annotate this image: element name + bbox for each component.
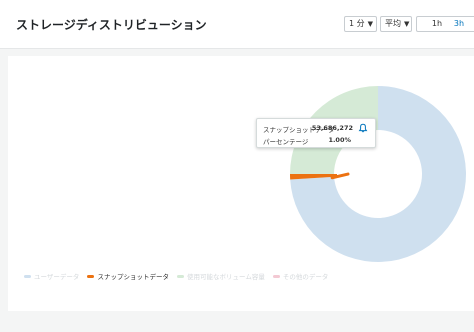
legend-swatch <box>177 274 185 278</box>
widget-title: ストレージディストリビューション <box>16 18 207 32</box>
range-3h-button[interactable]: 3h <box>447 17 471 31</box>
legend-swatch <box>24 274 31 278</box>
legend-item-user-data[interactable]: ユーザーデータ <box>24 271 79 281</box>
chevron-down-icon: ▼ <box>404 20 410 28</box>
tooltip-percent-row: パーセンテージ 1.00% <box>263 136 369 146</box>
time-range-toggle: 1h 3h <box>416 16 474 32</box>
chevron-down-icon: ▼ <box>367 20 374 28</box>
legend-label: その他のデータ <box>282 273 329 281</box>
legend-swatch <box>272 274 280 278</box>
period-select-label: 1 分 <box>349 19 365 28</box>
legend-item-snapshot-data[interactable]: スナップショットデータ <box>87 271 169 281</box>
legend-label: 使用可能なボリューム容量 <box>187 273 265 281</box>
tooltip-percent-value: 1.00% <box>328 136 351 144</box>
period-select[interactable]: 1 分 ▼ <box>344 16 377 32</box>
widget-header: ストレージディストリビューション 1 分 ▼ 平均 ▼ 1h 3h <box>0 0 474 49</box>
legend-swatch <box>87 274 95 278</box>
tooltip-series-row: スナップショットデータ 53,686,272 <box>263 123 369 134</box>
widget-footer <box>0 311 474 332</box>
tooltip-series-value: 53,686,272 <box>311 124 353 132</box>
legend-item-available-capacity[interactable]: 使用可能なボリューム容量 <box>177 271 265 281</box>
storage-distribution-widget: ストレージディストリビューション 1 分 ▼ 平均 ▼ 1h 3h ユーザーデータ … <box>0 0 474 332</box>
legend-item-other-data[interactable]: その他のデータ <box>272 271 329 281</box>
legend-label: スナップショットデータ <box>97 273 169 281</box>
bell-icon[interactable] <box>358 123 368 133</box>
legend-label: ユーザーデータ <box>34 273 80 281</box>
chart-tooltip: スナップショットデータ 53,686,272 パーセンテージ 1.00% <box>256 118 376 148</box>
range-1h-button[interactable]: 1h <box>425 17 449 31</box>
statistic-select[interactable]: 平均 ▼ <box>380 16 412 32</box>
chart-legend: ユーザーデータ スナップショットデータ 使用可能なボリューム容量 その他のデータ <box>24 271 334 283</box>
tooltip-percent-label: パーセンテージ <box>263 138 309 146</box>
statistic-select-label: 平均 <box>385 19 401 28</box>
